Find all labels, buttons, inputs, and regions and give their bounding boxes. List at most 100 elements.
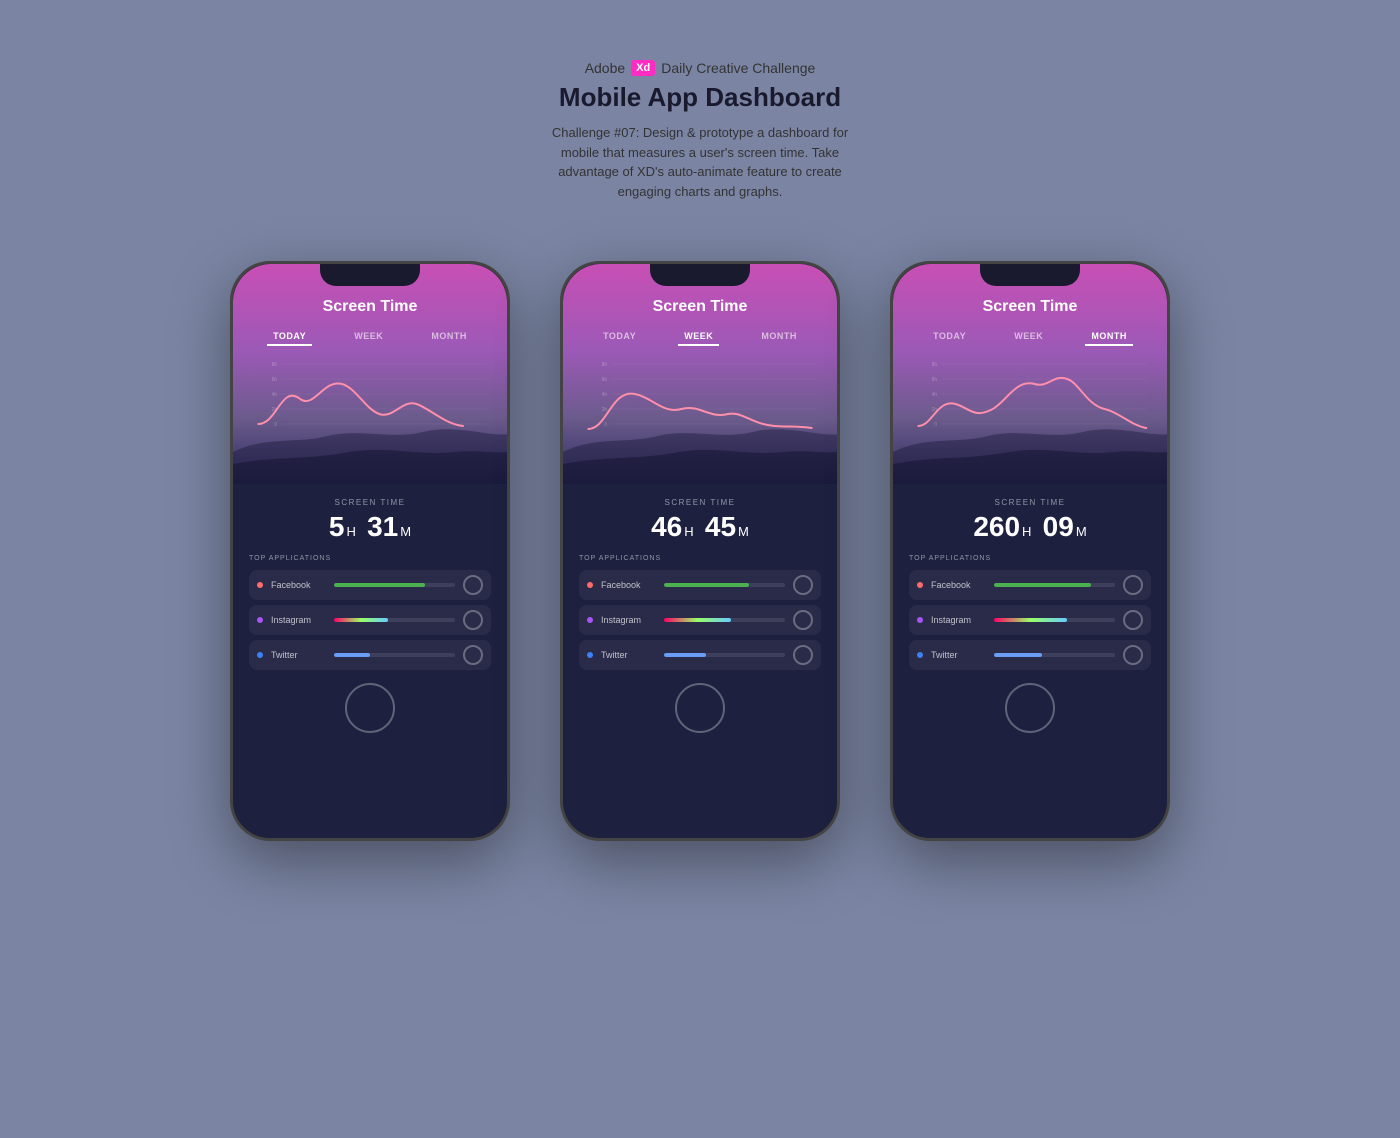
app-name-facebook: Facebook [271,580,326,590]
app-bar-container-instagram [994,618,1115,622]
svg-text:6h: 6h [272,377,277,383]
app-toggle-facebook[interactable] [793,575,813,595]
app-name-instagram: Instagram [931,615,986,625]
tabs-month: TODAY WEEK MONTH [909,328,1151,346]
app-bar-facebook [334,583,425,587]
home-button-week[interactable] [675,683,725,733]
challenge-label: Daily Creative Challenge [661,60,815,76]
home-indicator-area-month [909,675,1151,739]
home-button-month[interactable] [1005,683,1055,733]
app-name-twitter: Twitter [601,650,656,660]
app-bar-twitter [334,653,370,657]
tab-week[interactable]: WEEK [348,328,389,346]
home-button-today[interactable] [345,683,395,733]
app-toggle-instagram[interactable] [1123,610,1143,630]
app-bar-container-facebook [334,583,455,587]
app-dot-instagram [587,617,593,623]
app-toggle-facebook[interactable] [1123,575,1143,595]
app-name-instagram: Instagram [271,615,326,625]
app-toggle-twitter[interactable] [793,645,813,665]
app-bar-container-twitter [664,653,785,657]
screen-time-value-today: 5H 31M [249,511,491,543]
minutes-week: 45 [705,511,736,543]
tab-month[interactable]: MONTH [425,328,473,346]
hours-today: 5 [329,511,345,543]
phone-top-week: Screen Time TODAY WEEK MONTH [563,264,837,484]
adobe-label: Adobe [585,60,625,76]
hours-unit-today: H [346,524,355,539]
app-row-instagram: Instagram [579,605,821,635]
app-dot-twitter [257,652,263,658]
screen-time-label-week: SCREEN TIME [579,498,821,507]
app-dot-twitter [917,652,923,658]
app-row-instagram: Instagram [909,605,1151,635]
app-name-twitter: Twitter [931,650,986,660]
svg-text:6h: 6h [932,377,937,383]
app-name-twitter: Twitter [271,650,326,660]
tab-today[interactable]: TODAY [267,328,312,346]
chart-svg-today: 8h 6h 4h 2h 0 [249,354,491,454]
hours-unit-month: H [1022,524,1031,539]
app-bar-twitter [994,653,1042,657]
phone-week: Screen Time TODAY WEEK MONTH [560,261,840,841]
phone-bottom-month: SCREEN TIME 260H 09M TOP APPLICATIONS Fa… [893,484,1167,838]
app-row-facebook: Facebook [249,570,491,600]
app-toggle-twitter[interactable] [1123,645,1143,665]
app-row-twitter: Twitter [579,640,821,670]
app-dot-facebook [587,582,593,588]
app-bar-container-instagram [334,618,455,622]
app-name-facebook: Facebook [931,580,986,590]
phone-title-month: Screen Time [909,298,1151,316]
page-header: Adobe Xd Daily Creative Challenge Mobile… [550,60,850,201]
app-row-twitter: Twitter [909,640,1151,670]
phone-title-week: Screen Time [579,298,821,316]
app-row-instagram: Instagram [249,605,491,635]
app-bar-facebook [664,583,749,587]
app-dot-instagram [257,617,263,623]
chart-area-month: 8h 6h 4h 2h 0 [909,354,1151,454]
phone-month: Screen Time TODAY WEEK MONTH [890,261,1170,841]
app-row-facebook: Facebook [579,570,821,600]
app-row-facebook: Facebook [909,570,1151,600]
app-bar-instagram [664,618,731,622]
app-bar-instagram [994,618,1067,622]
svg-text:8h: 8h [602,362,607,368]
minutes-today: 31 [367,511,398,543]
phone-top-today: Screen Time TODAY WEEK MONTH [233,264,507,484]
app-row-twitter: Twitter [249,640,491,670]
hours-week: 46 [651,511,682,543]
app-toggle-instagram[interactable] [463,610,483,630]
svg-text:8h: 8h [932,362,937,368]
tab-today[interactable]: TODAY [927,328,972,346]
app-bar-facebook [994,583,1091,587]
svg-text:8h: 8h [272,362,277,368]
svg-text:0: 0 [604,422,607,428]
phone-today: Screen Time TODAY WEEK MONTH [230,261,510,841]
tab-today[interactable]: TODAY [597,328,642,346]
tab-month[interactable]: MONTH [755,328,803,346]
hours-month: 260 [973,511,1020,543]
minutes-unit-week: M [738,524,749,539]
description: Challenge #07: Design & prototype a dash… [550,123,850,201]
svg-text:4h: 4h [272,392,277,398]
app-toggle-facebook[interactable] [463,575,483,595]
app-toggle-twitter[interactable] [463,645,483,665]
svg-text:4h: 4h [932,392,937,398]
phone-title-today: Screen Time [249,298,491,316]
tab-month[interactable]: MONTH [1085,328,1133,346]
app-bar-container-instagram [664,618,785,622]
screen-time-label-month: SCREEN TIME [909,498,1151,507]
home-indicator-area-today [249,675,491,739]
app-toggle-instagram[interactable] [793,610,813,630]
svg-text:0: 0 [934,422,937,428]
phone-screen-today: Screen Time TODAY WEEK MONTH [233,264,507,838]
tab-week[interactable]: WEEK [1008,328,1049,346]
tab-week[interactable]: WEEK [678,328,719,346]
svg-text:4h: 4h [602,392,607,398]
top-apps-label-week: TOP APPLICATIONS [579,555,821,562]
xd-badge: Xd [631,60,655,76]
svg-text:6h: 6h [602,377,607,383]
app-bar-container-twitter [334,653,455,657]
app-bar-container-twitter [994,653,1115,657]
hours-unit-week: H [684,524,693,539]
